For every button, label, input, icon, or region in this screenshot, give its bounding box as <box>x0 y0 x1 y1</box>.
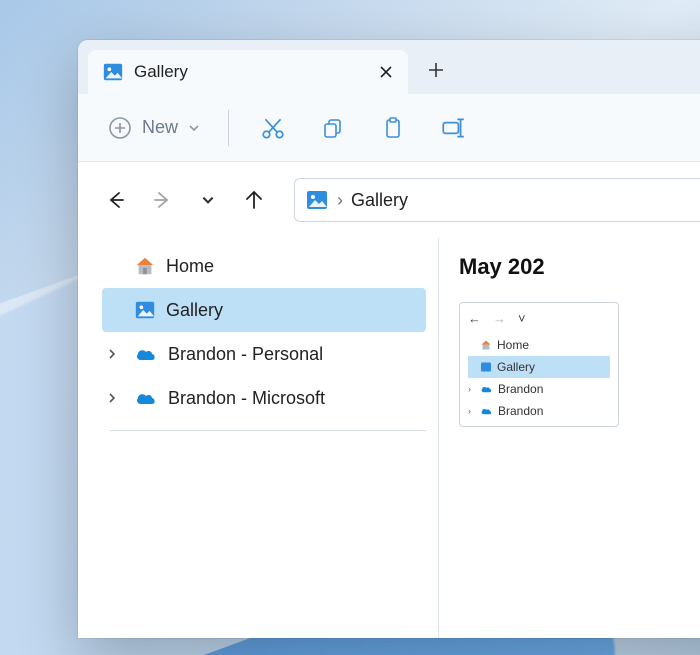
new-button-label: New <box>142 117 178 138</box>
copy-icon <box>321 116 345 140</box>
cloud-icon <box>134 344 158 364</box>
picture-icon <box>134 299 156 321</box>
recent-dropdown-button[interactable] <box>190 182 226 218</box>
divider <box>110 430 426 431</box>
file-explorer-window: Gallery New <box>78 40 700 638</box>
chevron-right-icon: › <box>337 190 343 211</box>
sidebar-item-gallery[interactable]: Gallery <box>102 288 426 332</box>
preview-thumbnail: ← → ˅ Home Gallery › Brandon <box>459 302 619 427</box>
forward-icon: → <box>493 311 506 326</box>
plus-circle-icon <box>108 116 132 140</box>
close-tab-icon[interactable] <box>378 64 394 80</box>
chevron-down-icon: ˅ <box>518 311 526 326</box>
sidebar-item-label: Brandon - Personal <box>168 344 323 365</box>
cloud-icon <box>134 388 158 408</box>
chevron-right-icon[interactable] <box>106 348 118 360</box>
chevron-down-icon <box>188 122 200 134</box>
picture-icon <box>102 61 124 83</box>
back-icon: ← <box>468 311 481 326</box>
titlebar: Gallery <box>78 40 700 94</box>
address-bar[interactable]: › Gallery <box>294 178 700 222</box>
sidebar-item-label: Brandon - Microsoft <box>168 388 325 409</box>
content-area: May 202 ← → ˅ Home Gallery › <box>438 238 700 638</box>
body: Home Gallery Brandon - Personal <box>78 238 700 638</box>
sidebar-item-onedrive-microsoft[interactable]: Brandon - Microsoft <box>102 376 426 420</box>
picture-icon <box>305 188 329 212</box>
toolbar: New <box>78 94 700 162</box>
mini-label: Brandon <box>498 404 543 418</box>
up-button[interactable] <box>236 182 272 218</box>
new-tab-button[interactable] <box>416 50 456 90</box>
mini-item-cloud2: › Brandon <box>468 400 610 422</box>
rename-icon <box>440 115 466 141</box>
clipboard-icon <box>381 116 405 140</box>
sidebar-item-home[interactable]: Home <box>102 244 426 288</box>
month-heading: May 202 <box>459 254 700 280</box>
divider <box>228 110 229 146</box>
copy-button[interactable] <box>307 104 359 152</box>
mini-nav: ← → ˅ <box>468 311 610 326</box>
cut-button[interactable] <box>247 104 299 152</box>
mini-item-cloud1: › Brandon <box>468 378 610 400</box>
mini-label: Brandon <box>498 382 543 396</box>
tab-gallery[interactable]: Gallery <box>88 50 408 94</box>
new-button[interactable]: New <box>98 110 210 146</box>
sidebar-item-label: Gallery <box>166 300 223 321</box>
navigation-bar: › Gallery <box>78 162 700 238</box>
mini-item-home: Home <box>468 334 610 356</box>
sidebar: Home Gallery Brandon - Personal <box>78 238 438 638</box>
back-button[interactable] <box>98 182 134 218</box>
tab-title: Gallery <box>134 62 368 82</box>
breadcrumb-location[interactable]: Gallery <box>351 190 408 211</box>
forward-button[interactable] <box>144 182 180 218</box>
chevron-right-icon[interactable] <box>106 392 118 404</box>
mini-item-gallery: Gallery <box>468 356 610 378</box>
paste-button[interactable] <box>367 104 419 152</box>
sidebar-item-label: Home <box>166 256 214 277</box>
home-icon <box>134 255 156 277</box>
mini-label: Gallery <box>497 360 535 374</box>
mini-label: Home <box>497 338 529 352</box>
sidebar-item-onedrive-personal[interactable]: Brandon - Personal <box>102 332 426 376</box>
scissors-icon <box>260 115 286 141</box>
rename-button[interactable] <box>427 104 479 152</box>
